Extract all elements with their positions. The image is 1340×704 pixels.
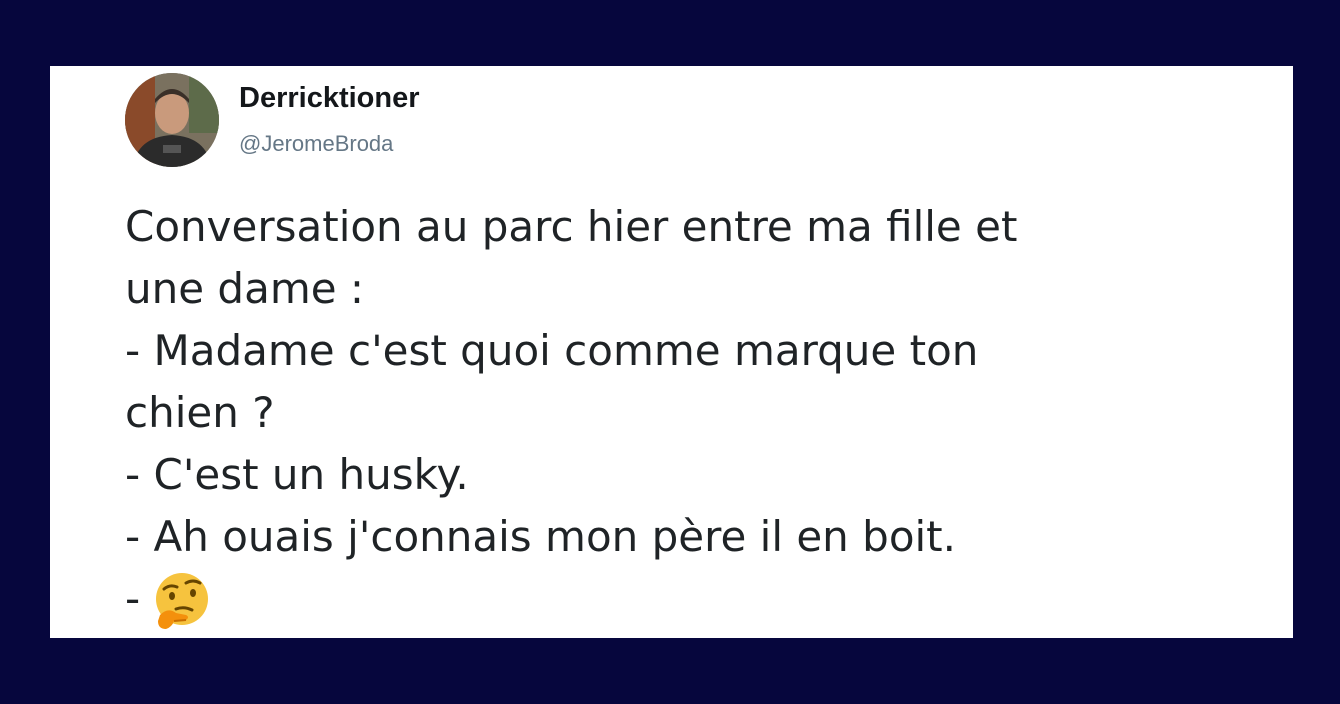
tweet-line: chien ? bbox=[125, 388, 275, 437]
avatar-image bbox=[125, 73, 219, 167]
tweet-line: - Ah ouais j'connais mon père il en boit… bbox=[125, 512, 956, 561]
tweet-line: Conversation au parc hier entre ma fille… bbox=[125, 202, 1018, 251]
author-handle[interactable]: @JeromeBroda bbox=[239, 131, 393, 157]
tweet-last-line: - bbox=[125, 568, 1265, 630]
avatar[interactable] bbox=[125, 73, 219, 167]
tweet-text: Conversation au parc hier entre ma fille… bbox=[125, 196, 1265, 630]
page-background: Derricktioner @JeromeBroda Conversation … bbox=[0, 0, 1340, 704]
tweet-line: une dame : bbox=[125, 264, 365, 313]
tweet-line: - bbox=[125, 574, 141, 623]
author-name[interactable]: Derricktioner bbox=[239, 82, 420, 115]
thinking-face-icon bbox=[150, 571, 214, 635]
tweet-card: Derricktioner @JeromeBroda Conversation … bbox=[50, 66, 1293, 638]
tweet-line: - Madame c'est quoi comme marque ton bbox=[125, 326, 979, 375]
tweet-line: - C'est un husky. bbox=[125, 450, 469, 499]
